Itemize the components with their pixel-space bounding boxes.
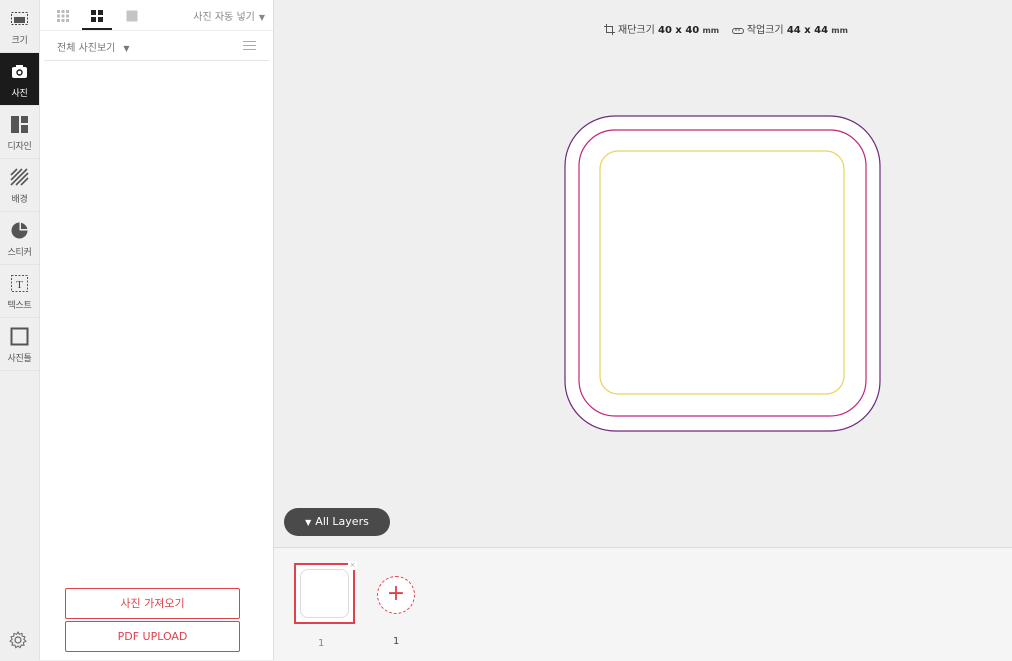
sidebar-item-sticker[interactable]: 스티커 xyxy=(0,212,39,265)
sidebar-item-size[interactable]: 크기 xyxy=(0,0,39,53)
work-size-label: 작업크기 xyxy=(746,25,784,36)
sidebar-item-frame[interactable]: 사진틀 xyxy=(0,318,39,371)
photo-filter-label: 전체 사진보기 xyxy=(57,43,116,54)
sidebar-item-label: 크기 xyxy=(11,36,28,46)
divider xyxy=(44,60,269,61)
divider xyxy=(40,30,273,31)
work-size-unit: mm xyxy=(831,26,848,35)
sidebar-item-text[interactable]: T 텍스트 xyxy=(0,265,39,318)
sidebar-item-label: 배경 xyxy=(11,195,28,205)
sidebar-item-background[interactable]: 배경 xyxy=(0,159,39,212)
gear-icon[interactable] xyxy=(8,630,28,650)
stripes-icon xyxy=(10,168,29,186)
tool-sidebar: 크기 사진 디자인 배경 스티커 T 텍스트 사진틀 xyxy=(0,0,40,660)
canvas-area: 재단크기 40 x 40 mm 작업크기 44 x 44 mm ▼ All Lay… xyxy=(274,0,1012,547)
page-number: 1 xyxy=(318,638,325,649)
size-icon xyxy=(11,12,28,25)
page-strip: × 1 + 1 xyxy=(274,547,1012,661)
all-layers-button[interactable]: ▼ All Layers xyxy=(284,508,390,536)
single-view-icon[interactable] xyxy=(125,9,139,23)
import-photos-button[interactable]: 사진 가져오기 xyxy=(65,588,240,619)
layout-icon xyxy=(11,116,28,133)
close-icon[interactable]: × xyxy=(348,561,357,570)
page-preview xyxy=(300,569,349,618)
small-grid-icon[interactable] xyxy=(56,9,70,23)
bleed-guide xyxy=(564,115,881,432)
crop-icon xyxy=(604,24,615,35)
svg-text:T: T xyxy=(16,279,23,291)
sidebar-item-label: 텍스트 xyxy=(7,301,32,311)
design-canvas[interactable] xyxy=(564,115,882,433)
menu-icon[interactable] xyxy=(243,40,256,51)
triangle-down-icon: ▼ xyxy=(305,518,312,527)
cut-size-label: 재단크기 xyxy=(618,25,655,36)
sidebar-item-label: 디자인 xyxy=(7,142,32,152)
add-page-button[interactable]: + xyxy=(377,576,415,614)
photo-panel: 사진 자동 넣기 ▼ 전체 사진보기 ▼ 사진 가져오기 PDF UPLOAD xyxy=(40,0,274,660)
camera-icon xyxy=(12,65,27,78)
sidebar-item-label: 사진 xyxy=(11,89,28,99)
chevron-down-icon: ▼ xyxy=(123,44,130,53)
all-layers-label: All Layers xyxy=(315,515,369,528)
text-icon: T xyxy=(11,275,28,292)
large-grid-icon[interactable] xyxy=(90,9,104,23)
sidebar-item-design[interactable]: 디자인 xyxy=(0,106,39,159)
frame-icon xyxy=(10,327,29,346)
chevron-down-icon: ▼ xyxy=(258,13,265,22)
work-size-value: 44 x 44 xyxy=(786,25,829,36)
auto-insert-dropdown[interactable]: 사진 자동 넣기 ▼ xyxy=(193,8,265,23)
sidebar-item-photo[interactable]: 사진 xyxy=(0,53,39,106)
auto-insert-label: 사진 자동 넣기 xyxy=(193,12,255,23)
page-thumbnail[interactable]: × xyxy=(294,561,357,624)
sidebar-item-label: 사진틀 xyxy=(7,354,32,364)
sidebar-item-label: 스티커 xyxy=(7,248,32,258)
add-page-count: 1 xyxy=(393,636,400,647)
plus-icon: + xyxy=(386,581,406,606)
size-info: 재단크기 40 x 40 mm 작업크기 44 x 44 mm xyxy=(604,21,848,36)
cut-size-unit: mm xyxy=(702,26,720,35)
sticker-icon xyxy=(11,222,28,239)
pdf-upload-button[interactable]: PDF UPLOAD xyxy=(65,621,240,652)
cut-size-value: 40 x 40 xyxy=(658,25,700,36)
ruler-icon xyxy=(731,28,744,34)
photo-filter-dropdown[interactable]: 전체 사진보기 ▼ xyxy=(57,39,130,54)
